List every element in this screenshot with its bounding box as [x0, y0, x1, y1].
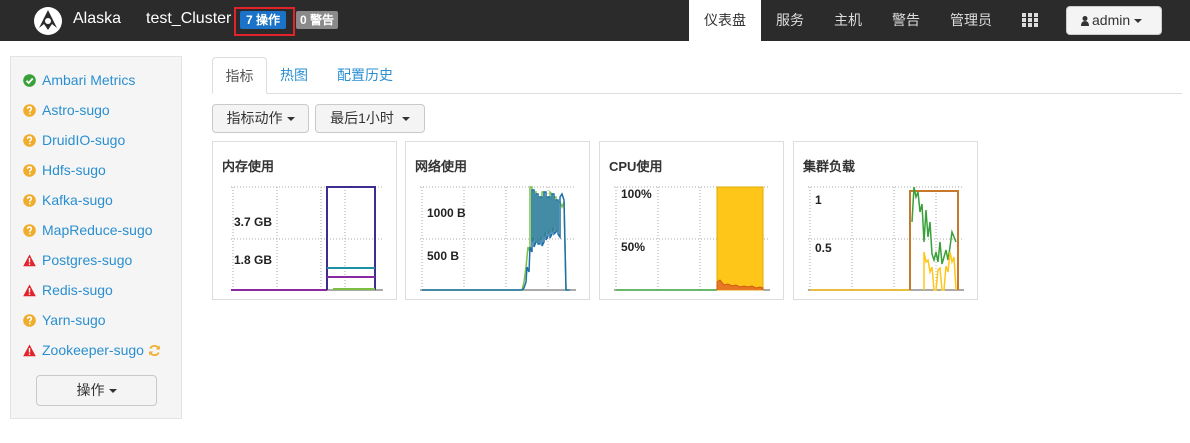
service-name: MapReduce-sugo	[42, 222, 153, 238]
sidebar-service-item[interactable]: Ambari Metrics	[23, 70, 135, 90]
cluster-load-widget[interactable]: 集群负载 1 0.5	[793, 141, 978, 300]
sidebar-service-item[interactable]: Yarn-sugo	[23, 310, 106, 330]
user-name: admin	[1092, 12, 1131, 28]
service-name: Zookeeper-sugo	[42, 342, 144, 358]
cpu-usage-widget[interactable]: CPU使用 100% 50%	[599, 141, 784, 300]
y-axis-label: 1000 B	[427, 206, 466, 220]
sidebar-service-item[interactable]: Redis-sugo	[23, 280, 113, 300]
caret-down-icon	[401, 117, 410, 122]
metric-actions-dropdown[interactable]: 指标动作	[212, 104, 309, 133]
sidebar-service-item[interactable]: Postgres-sugo	[23, 250, 132, 270]
time-range-dropdown[interactable]: 最后1小时	[315, 104, 425, 133]
alaska-logo-icon[interactable]	[33, 6, 63, 36]
brand-name[interactable]: Alaska	[73, 10, 121, 28]
user-icon	[1081, 16, 1089, 26]
service-name: Postgres-sugo	[42, 252, 133, 268]
sidebar-service-item[interactable]: MapReduce-sugo	[23, 220, 153, 240]
y-axis-label: 0.5	[815, 241, 832, 255]
sidebar-service-item[interactable]: Zookeeper-sugo	[23, 340, 161, 360]
network-usage-chart: 1000 B 500 B	[420, 186, 576, 291]
memory-usage-widget[interactable]: 内存使用 3.7 GB 1.8 GB	[212, 141, 397, 300]
tab-heatmaps[interactable]: 热图	[270, 57, 318, 94]
user-menu-button[interactable]: admin	[1066, 6, 1162, 35]
y-axis-label: 500 B	[427, 249, 459, 263]
y-axis-label: 50%	[621, 240, 645, 254]
question-circle-icon	[23, 104, 36, 117]
service-actions-button[interactable]: 操作	[36, 375, 157, 406]
time-range-label: 最后1小时	[330, 110, 394, 126]
sidebar-service-item[interactable]: Hdfs-sugo	[23, 160, 106, 180]
cluster-name[interactable]: test_Cluster	[146, 10, 231, 28]
nav-hosts[interactable]: 主机	[819, 0, 877, 41]
sidebar-service-item[interactable]: Kafka-sugo	[23, 190, 113, 210]
question-circle-icon	[23, 164, 36, 177]
question-circle-icon	[23, 314, 36, 327]
nav-dashboard[interactable]: 仪表盘	[689, 0, 761, 41]
ops-badge-highlight-frame	[234, 7, 295, 36]
caret-down-icon	[286, 117, 295, 122]
service-name: DruidIO-sugo	[42, 132, 126, 148]
y-axis-label: 1	[815, 193, 822, 207]
check-circle-icon	[23, 74, 36, 87]
service-name: Astro-sugo	[42, 102, 110, 118]
warning-triangle-icon	[23, 284, 36, 297]
alerts-badge[interactable]: 0 警告	[296, 11, 339, 29]
service-name: Yarn-sugo	[42, 312, 106, 328]
top-navbar: Alaska test_Cluster 7 操作 0 警告 仪表盘 服务 主机 …	[0, 0, 1190, 41]
y-axis-label: 100%	[621, 187, 652, 201]
cpu-usage-chart: 100% 50%	[614, 186, 770, 291]
nav-alerts[interactable]: 警告	[877, 0, 935, 41]
warning-triangle-icon	[23, 254, 36, 267]
y-axis-label: 3.7 GB	[234, 215, 272, 229]
sidebar-service-item[interactable]: DruidIO-sugo	[23, 130, 125, 150]
service-name: Ambari Metrics	[42, 72, 136, 88]
service-name: Hdfs-sugo	[42, 162, 106, 178]
services-sidebar: Ambari Metrics Astro-sugo DruidIO-sugo Hdfs…	[10, 56, 182, 419]
sidebar-service-item[interactable]: Astro-sugo	[23, 100, 110, 120]
tab-metrics[interactable]: 指标	[212, 57, 267, 94]
question-circle-icon	[23, 224, 36, 237]
warning-triangle-icon	[23, 344, 36, 357]
nav-admin[interactable]: 管理员	[935, 0, 1007, 41]
service-actions-label: 操作	[76, 382, 105, 398]
network-usage-widget[interactable]: 网络使用 1000 B 500 B	[405, 141, 590, 300]
memory-usage-chart: 3.7 GB 1.8 GB	[231, 186, 383, 291]
y-axis-label: 1.8 GB	[234, 253, 272, 267]
tab-config-history[interactable]: 配置历史	[330, 57, 400, 94]
service-name: Redis-sugo	[42, 282, 113, 298]
grid-menu-icon[interactable]	[1022, 13, 1038, 28]
question-circle-icon	[23, 134, 36, 147]
question-circle-icon	[23, 194, 36, 207]
nav-services[interactable]: 服务	[761, 0, 819, 41]
cluster-load-chart: 1 0.5	[808, 186, 964, 291]
refresh-icon	[149, 344, 160, 357]
caret-down-icon	[108, 389, 117, 394]
service-name: Kafka-sugo	[42, 192, 113, 208]
caret-down-icon	[1134, 19, 1143, 24]
metric-actions-label: 指标动作	[226, 110, 283, 126]
